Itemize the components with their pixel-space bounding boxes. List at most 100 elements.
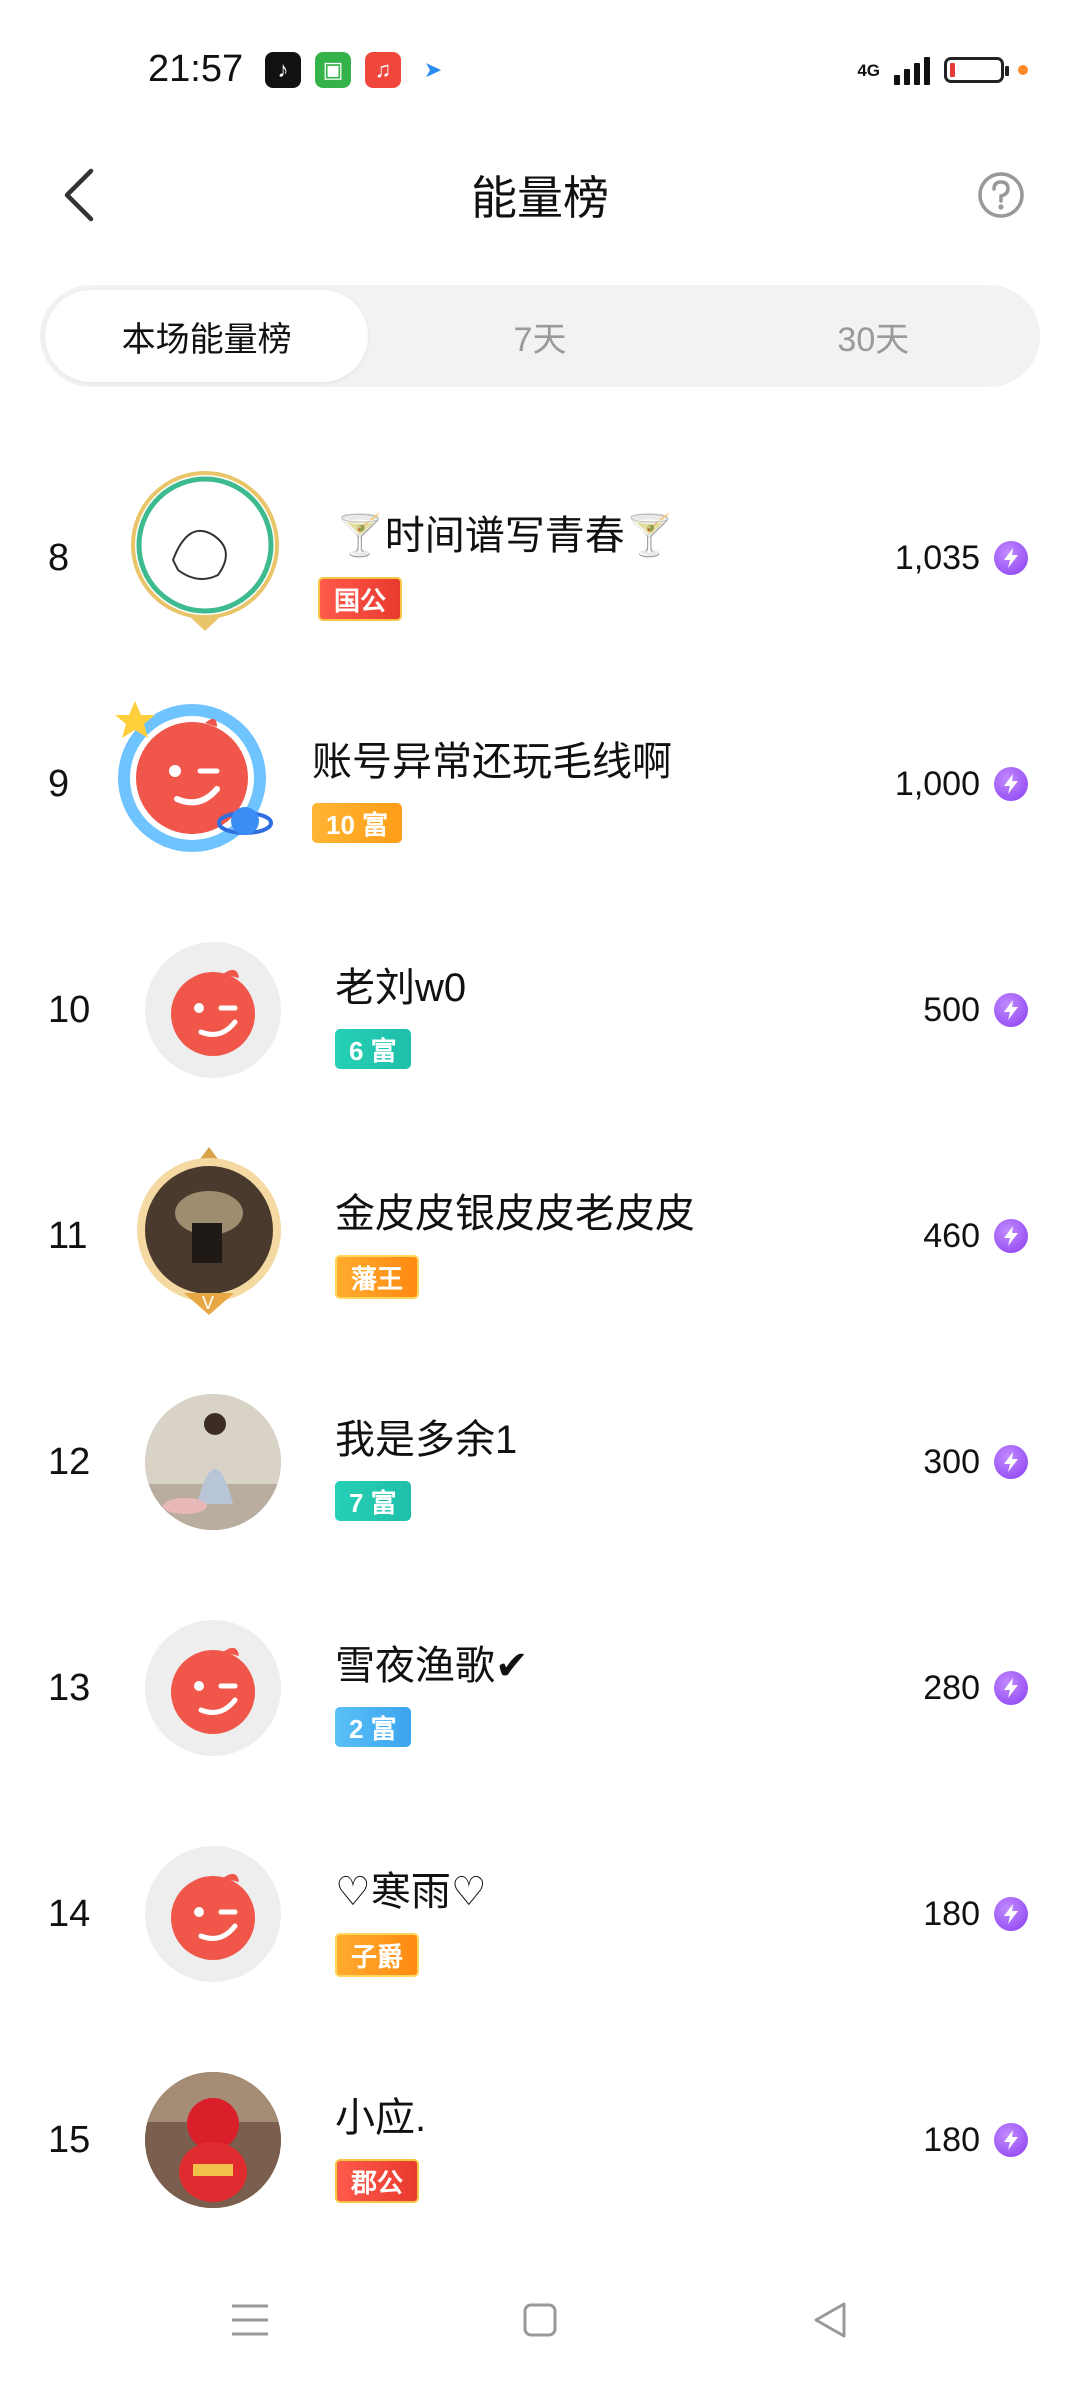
- send-icon: ➤: [415, 52, 451, 88]
- rank-number: 9: [48, 762, 70, 805]
- avatar[interactable]: [105, 691, 280, 866]
- photo-avatar-icon: [145, 2072, 281, 2208]
- energy-score: 280: [923, 1575, 1028, 1801]
- battery-icon: [944, 57, 1009, 83]
- status-time: 21:57: [148, 48, 244, 90]
- list-item[interactable]: 11 V 金皮皮银皮皮老皮皮 藩王 460: [0, 1123, 1080, 1349]
- score-value: 180: [923, 2120, 980, 2159]
- energy-score: 300: [923, 1349, 1028, 1575]
- default-avatar-icon: [171, 1873, 255, 1960]
- score-value: 500: [923, 990, 980, 1029]
- user-name: 账号异常还玩毛线啊: [312, 740, 672, 784]
- energy-score: 460: [923, 1123, 1028, 1349]
- energy-icon: [994, 993, 1028, 1027]
- avatar[interactable]: [118, 465, 293, 640]
- energy-score: 500: [923, 897, 1028, 1123]
- user-name: 🍸时间谱写青春🍸: [335, 514, 675, 558]
- network-type: 4G: [857, 60, 880, 80]
- tiktok-icon: ♪: [265, 52, 301, 88]
- avatar[interactable]: [145, 1846, 281, 1982]
- rank-number: 14: [48, 1892, 91, 1935]
- photo-avatar-icon: [145, 1394, 281, 1530]
- list-item[interactable]: 10 老刘w0 6 富 500: [0, 897, 1080, 1123]
- score-value: 180: [923, 1894, 980, 1933]
- question-icon: [978, 172, 1024, 218]
- nav-bar: 能量榜: [0, 140, 1080, 250]
- tab-current-session[interactable]: 本场能量榜: [45, 290, 369, 382]
- svg-text:V: V: [202, 1293, 214, 1313]
- energy-score: 1,035: [895, 445, 1028, 671]
- user-name: 雪夜渔歌✔: [335, 1644, 529, 1688]
- energy-icon: [994, 541, 1028, 575]
- user-name: ♡寒雨♡: [335, 1870, 487, 1914]
- rank-number: 11: [48, 1214, 88, 1257]
- avatar-frame-icon: [115, 701, 273, 852]
- ranking-list: 8 🍸时间谱写青春🍸 国公 1,035 9 账号异常还玩毛线啊 10 富 1,0…: [0, 445, 1080, 2253]
- system-nav-bar: [0, 2240, 1080, 2400]
- rank-badge: 国公: [318, 577, 403, 621]
- avatar[interactable]: [145, 942, 281, 1078]
- score-value: 1,035: [894, 538, 980, 577]
- energy-icon: [994, 1219, 1028, 1253]
- user-name: 小应.: [335, 2096, 427, 2140]
- rank-badge: 10 富: [312, 803, 403, 843]
- energy-icon: [994, 1445, 1028, 1479]
- rank-badge: 藩王: [335, 1255, 420, 1299]
- rank-badge: 6 富: [335, 1029, 411, 1069]
- signal-icon: [894, 55, 930, 85]
- rank-number: 8: [48, 536, 70, 579]
- avatar[interactable]: V: [122, 1143, 297, 1318]
- rank-badge: 2 富: [335, 1707, 411, 1747]
- score-value: 280: [923, 1668, 980, 1707]
- rank-number: 12: [48, 1440, 91, 1483]
- list-item[interactable]: 8 🍸时间谱写青春🍸 国公 1,035: [0, 445, 1080, 671]
- tab-7-days[interactable]: 7天: [378, 290, 701, 382]
- avatar-frame-icon: V: [137, 1147, 281, 1315]
- list-item[interactable]: 14 ♡寒雨♡ 子爵 180: [0, 1801, 1080, 2027]
- default-avatar-icon: [171, 969, 255, 1056]
- avatar-frame-icon: [131, 471, 279, 631]
- rank-number: 10: [48, 988, 91, 1031]
- tab-30-days[interactable]: 30天: [712, 290, 1035, 382]
- energy-score: 1,000: [895, 671, 1028, 897]
- score-value: 460: [923, 1216, 980, 1255]
- user-name: 老刘w0: [335, 966, 467, 1010]
- energy-icon: [994, 1671, 1028, 1705]
- back-nav-button[interactable]: [805, 2295, 855, 2345]
- user-name: 金皮皮银皮皮老皮皮: [335, 1192, 695, 1236]
- energy-score: 180: [923, 2027, 1028, 2253]
- avatar[interactable]: [145, 1620, 281, 1756]
- energy-icon: [994, 767, 1028, 801]
- music-icon: ♫: [365, 52, 401, 88]
- rank-badge: 子爵: [335, 1933, 420, 1977]
- default-avatar-icon: [171, 1647, 255, 1734]
- score-value: 300: [923, 1442, 980, 1481]
- rank-number: 13: [48, 1666, 91, 1709]
- user-name: 我是多余1: [335, 1418, 518, 1462]
- period-tabs: 本场能量榜 7天 30天: [40, 285, 1040, 387]
- home-square-icon: [523, 2303, 557, 2337]
- list-item[interactable]: 9 账号异常还玩毛线啊 10 富 1,000: [0, 671, 1080, 897]
- back-triangle-icon: [814, 2302, 846, 2338]
- list-item[interactable]: 12 我是多余1 7 富 300: [0, 1349, 1080, 1575]
- list-item[interactable]: 15 小应. 郡公 180: [0, 2027, 1080, 2253]
- page-title: 能量榜: [471, 172, 609, 224]
- energy-icon: [994, 1897, 1028, 1931]
- list-item[interactable]: 13 雪夜渔歌✔ 2 富 280: [0, 1575, 1080, 1801]
- rank-badge: 郡公: [335, 2159, 420, 2203]
- home-button[interactable]: [515, 2295, 565, 2345]
- score-value: 1,000: [894, 764, 980, 803]
- rank-number: 15: [48, 2118, 91, 2161]
- status-bar: 21:57 ♪ ▣ ♫ ➤ 4G: [0, 0, 1080, 140]
- energy-icon: [994, 2123, 1028, 2157]
- notification-dot: [1018, 65, 1028, 75]
- avatar[interactable]: [145, 1394, 281, 1530]
- avatar[interactable]: [145, 2072, 281, 2208]
- menu-icon: [232, 2304, 268, 2336]
- status-indicators: 4G: [857, 50, 1028, 90]
- shopping-bag-icon: ▣: [315, 52, 351, 88]
- help-button[interactable]: [966, 160, 1036, 230]
- rank-badge: 7 富: [335, 1481, 411, 1521]
- menu-button[interactable]: [225, 2295, 275, 2345]
- energy-score: 180: [923, 1801, 1028, 2027]
